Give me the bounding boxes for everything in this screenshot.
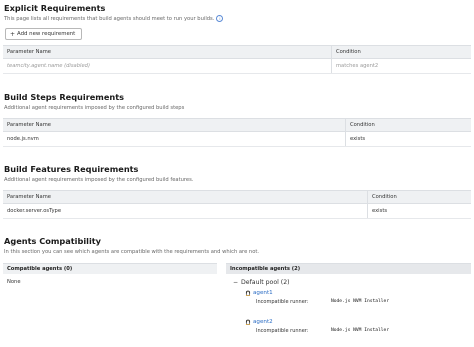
agents-compatibility-description: In this section you can see which agents… [4,249,260,255]
build-features-requirements-title: Build Features Requirements [4,164,139,174]
column-header-parameter: Parameter Name [3,45,332,59]
compatible-agents-none: None [7,279,21,285]
compatible-agents-header: Compatible agents (0) [3,263,217,274]
agents-compatibility-title: Agents Compatibility [4,236,102,246]
table-row: node.js.nvm exists [3,131,471,147]
default-pool-toggle[interactable]: − Default pool (2) [233,279,290,286]
requirement-condition: exists [345,131,471,147]
table-header-row: Parameter Name Condition [3,118,471,132]
incompatible-runner-value: Node.js NVM Installer [331,299,390,304]
column-header-condition: Condition [367,190,471,204]
info-icon[interactable]: i [216,15,224,22]
add-new-requirement-button[interactable]: + Add new requirement [5,28,82,40]
column-header-condition: Condition [331,45,471,59]
pool-name: Default pool (2) [241,279,290,286]
requirement-condition: exists [367,203,471,219]
build-steps-requirements-title: Build Steps Requirements [4,92,124,102]
column-header-parameter: Parameter Name [3,118,346,132]
build-features-requirements-table: Parameter Name Condition docker.server.o… [3,190,471,219]
requirement-condition: matches agent2 [331,58,471,74]
agent-entry: agent1 [245,289,273,296]
table-header-row: Parameter Name Condition [3,45,471,59]
linux-penguin-icon [245,290,251,296]
column-header-parameter: Parameter Name [3,190,368,204]
agent2-link[interactable]: agent2 [253,319,273,325]
agent-entry: agent2 [245,318,273,325]
plus-icon: + [10,30,16,38]
requirement-param: teamcity.agent.name (disabled) [3,58,332,74]
incompatible-agents-header: Incompatible agents (2) [226,263,471,274]
build-steps-description: Additional agent requirements imposed by… [4,105,185,111]
explicit-requirements-title: Explicit Requirements [4,3,106,13]
table-row: docker.server.osType exists [3,203,471,219]
build-steps-requirements-table: Parameter Name Condition node.js.nvm exi… [3,118,471,147]
linux-penguin-icon [245,319,251,325]
minus-icon: − [233,279,239,286]
column-header-condition: Condition [345,118,471,132]
incompatible-runner-value: Node.js NVM Installer [331,328,390,333]
incompatible-runner-label: Incompatible runner: [256,328,309,334]
table-row[interactable]: teamcity.agent.name (disabled) matches a… [3,58,471,74]
explicit-requirements-table: Parameter Name Condition teamcity.agent.… [3,45,471,74]
agent1-link[interactable]: agent1 [253,290,273,296]
table-header-row: Parameter Name Condition [3,190,471,204]
build-features-description: Additional agent requirements imposed by… [4,177,194,183]
incompatible-runner-label: Incompatible runner: [256,299,309,305]
requirement-param: node.js.nvm [3,131,346,147]
explicit-description-text: This page lists all requirements that bu… [4,16,215,22]
requirement-param: docker.server.osType [3,203,368,219]
add-new-requirement-label: Add new requirement [17,31,76,37]
explicit-requirements-description: This page lists all requirements that bu… [4,15,224,22]
